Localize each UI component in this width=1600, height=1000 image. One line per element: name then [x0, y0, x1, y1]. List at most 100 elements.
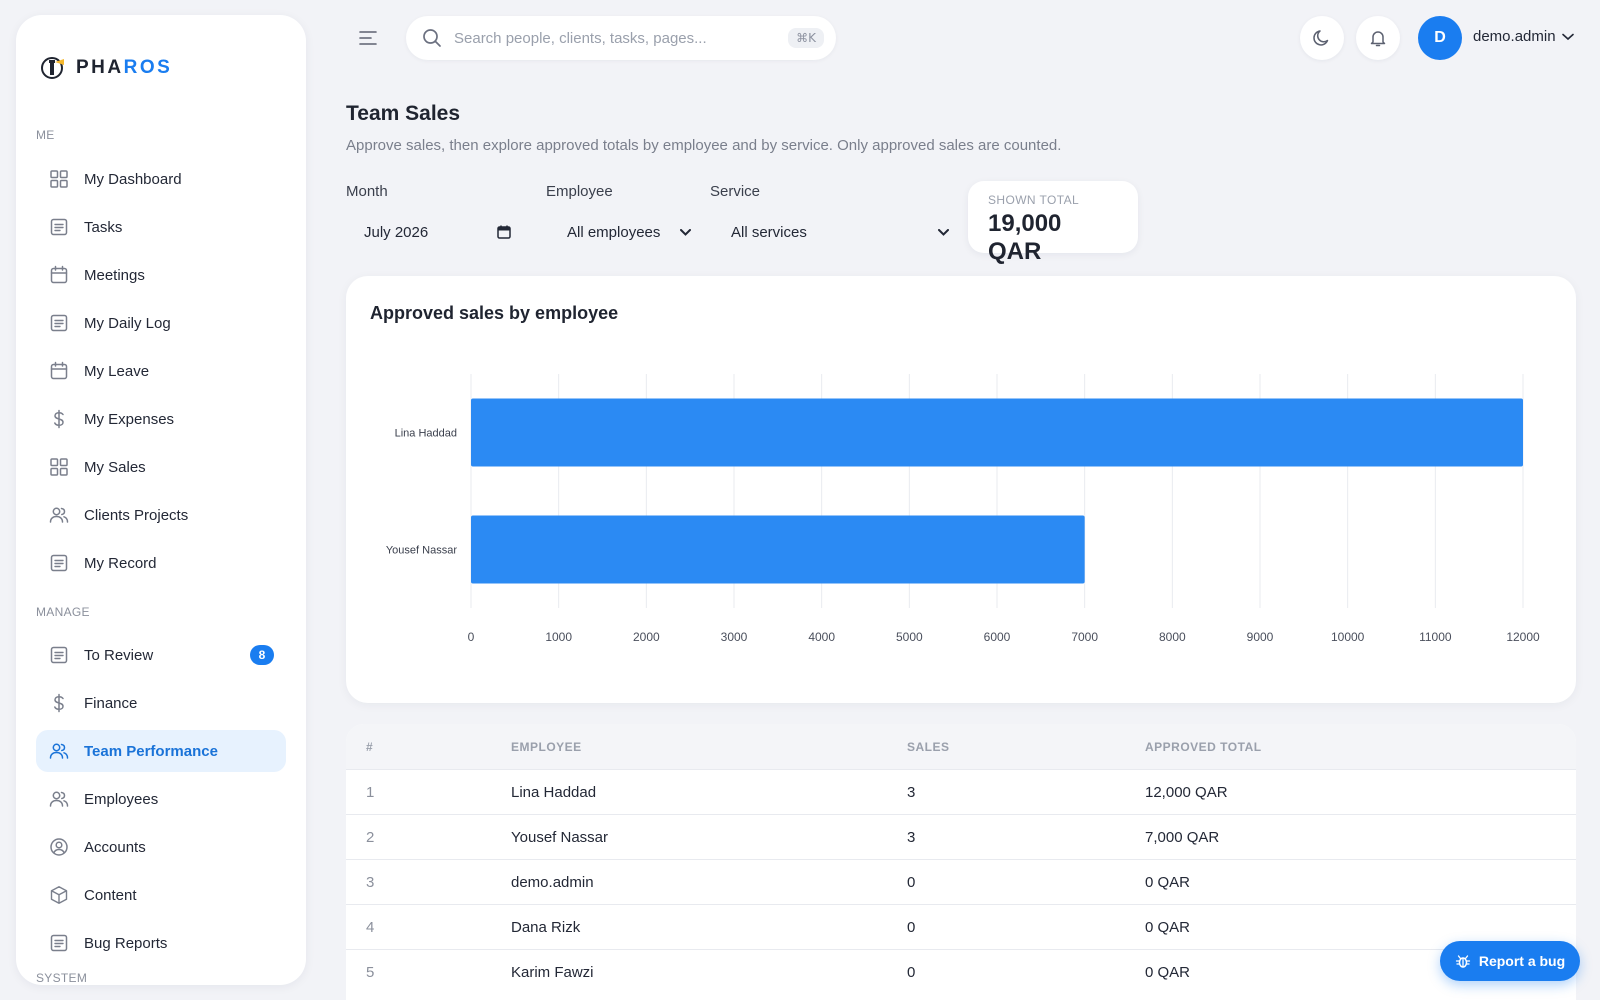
calendar-icon[interactable]	[496, 224, 512, 240]
avatar[interactable]: D	[1418, 16, 1462, 60]
col-header-sales: SALES	[907, 739, 950, 754]
sidebar-item-label: Team Performance	[84, 742, 218, 760]
table-row[interactable]: 2 Yousef Nassar 3 7,000 QAR	[346, 814, 1576, 859]
row-approved-total: 7,000 QAR	[1145, 828, 1220, 846]
count-badge: 8	[250, 645, 274, 665]
search-shortcut-badge: ⌘K	[788, 28, 824, 48]
users-icon	[48, 504, 70, 526]
moon-icon	[1313, 30, 1329, 46]
month-value: July 2026	[364, 223, 429, 241]
row-sales: 0	[907, 918, 916, 936]
calendar-icon	[48, 360, 70, 382]
user-circle-icon	[48, 836, 70, 858]
col-header-index: #	[366, 739, 374, 754]
x-tick-label: 1000	[545, 630, 572, 644]
sidebar-item-employees[interactable]: Employees	[36, 778, 286, 820]
menu-toggle-icon[interactable]	[356, 26, 380, 50]
search-icon	[423, 29, 441, 47]
sidebar-item-my-record[interactable]: My Record	[36, 542, 286, 584]
shown-total-label: SHOWN TOTAL	[988, 193, 1080, 207]
user-menu[interactable]: demo.admin	[1473, 28, 1574, 45]
row-approved-total: 0 QAR	[1145, 918, 1191, 936]
x-tick-label: 10000	[1331, 630, 1365, 644]
x-tick-label: 5000	[896, 630, 923, 644]
report-bug-label: Report a bug	[1478, 953, 1566, 969]
row-employee: Karim Fawzi	[511, 963, 594, 981]
sidebar-item-my-sales[interactable]: My Sales	[36, 446, 286, 488]
x-tick-label: 4000	[808, 630, 835, 644]
lighthouse-logo-icon	[41, 57, 64, 79]
row-approved-total: 12,000 QAR	[1145, 783, 1228, 801]
sidebar-item-content[interactable]: Content	[36, 874, 286, 916]
employee-select[interactable]: All employees	[567, 214, 691, 250]
sidebar-item-bug-reports[interactable]: Bug Reports	[36, 922, 286, 964]
row-approved-total: 0 QAR	[1145, 963, 1191, 981]
sidebar-item-team-performance[interactable]: Team Performance	[36, 730, 286, 772]
sidebar-item-clients-projects[interactable]: Clients Projects	[36, 494, 286, 536]
sidebar-item-my-expenses[interactable]: My Expenses	[36, 398, 286, 440]
bar-yousef-nassar[interactable]	[471, 515, 1085, 584]
x-tick-label: 9000	[1247, 630, 1274, 644]
page-subtitle: Approve sales, then explore approved tot…	[346, 137, 1062, 154]
search-input[interactable]	[454, 29, 789, 47]
sidebar-item-label: Bug Reports	[84, 934, 168, 952]
sidebar-item-label: Clients Projects	[84, 506, 189, 524]
row-index: 3	[366, 873, 375, 891]
sidebar-item-label: Content	[84, 886, 137, 904]
sidebar-item-label: Finance	[84, 694, 138, 712]
col-header-employee: EMPLOYEE	[511, 739, 582, 754]
sidebar-item-finance[interactable]: Finance	[36, 682, 286, 724]
chevron-down-icon	[1561, 33, 1574, 40]
chevron-down-icon	[938, 228, 949, 236]
sidebar-item-my-leave[interactable]: My Leave	[36, 350, 286, 392]
sidebar-item-my-daily-log[interactable]: My Daily Log	[36, 302, 286, 344]
report-bug-button[interactable]: Report a bug	[1440, 941, 1580, 981]
search-bar[interactable]: ⌘K	[406, 16, 836, 60]
sidebar-item-to-review[interactable]: To Review 8	[36, 634, 286, 676]
service-select[interactable]: All services	[731, 214, 949, 250]
sidebar-item-label: Accounts	[84, 838, 146, 856]
month-picker[interactable]: July 2026	[364, 214, 512, 250]
row-employee: Yousef Nassar	[511, 828, 609, 846]
sidebar-item-label: My Sales	[84, 458, 146, 476]
section-label-manage: MANAGE	[36, 605, 90, 619]
section-label-me: ME	[36, 128, 55, 142]
sidebar-item-label: To Review	[84, 646, 154, 664]
bug-icon	[1455, 955, 1470, 968]
service-select-value: All services	[731, 223, 807, 241]
brand[interactable]: PHAROS	[40, 51, 172, 85]
x-tick-label: 12000	[1506, 630, 1540, 644]
table-row[interactable]: 4 Dana Rizk 0 0 QAR	[346, 904, 1576, 949]
row-index: 1	[366, 783, 375, 801]
table-row[interactable]: 5 Karim Fawzi 0 0 QAR	[346, 949, 1576, 994]
users-icon	[48, 788, 70, 810]
row-employee: Lina Haddad	[511, 783, 597, 801]
shown-total-value: 19,000 QAR	[988, 210, 1062, 265]
sidebar-item-accounts[interactable]: Accounts	[36, 826, 286, 868]
row-sales: 0	[907, 873, 916, 891]
row-index: 5	[366, 963, 375, 981]
notifications-button[interactable]	[1356, 16, 1400, 60]
sidebar-item-my-dashboard[interactable]: My Dashboard	[36, 158, 286, 200]
row-employee: demo.admin	[511, 873, 594, 891]
bar-lina-haddad[interactable]	[471, 398, 1523, 467]
sidebar-item-label: My Expenses	[84, 410, 175, 428]
brand-name: PHAROS	[76, 57, 173, 78]
theme-toggle-button[interactable]	[1300, 16, 1344, 60]
table-row[interactable]: 1 Lina Haddad 3 12,000 QAR	[346, 769, 1576, 814]
sidebar-item-label: My Dashboard	[84, 170, 182, 188]
row-index: 2	[366, 828, 375, 846]
x-tick-label: 7000	[1071, 630, 1098, 644]
sidebar-item-tasks[interactable]: Tasks	[36, 206, 286, 248]
service-filter-label: Service	[710, 183, 761, 200]
table-row[interactable]: 3 demo.admin 0 0 QAR	[346, 859, 1576, 904]
bell-icon	[1370, 31, 1386, 47]
employee-sales-chart-card: Approved sales by employee 0 1000 2000 3000…	[346, 276, 1576, 703]
calendar-icon	[48, 264, 70, 286]
sidebar-item-meetings[interactable]: Meetings	[36, 254, 286, 296]
x-tick-label: 3000	[721, 630, 748, 644]
row-employee: Dana Rizk	[511, 918, 581, 936]
table-header: # EMPLOYEE SALES APPROVED TOTAL	[346, 724, 1576, 769]
document-icon	[48, 644, 70, 666]
y-category-label: Lina Haddad	[395, 428, 457, 440]
